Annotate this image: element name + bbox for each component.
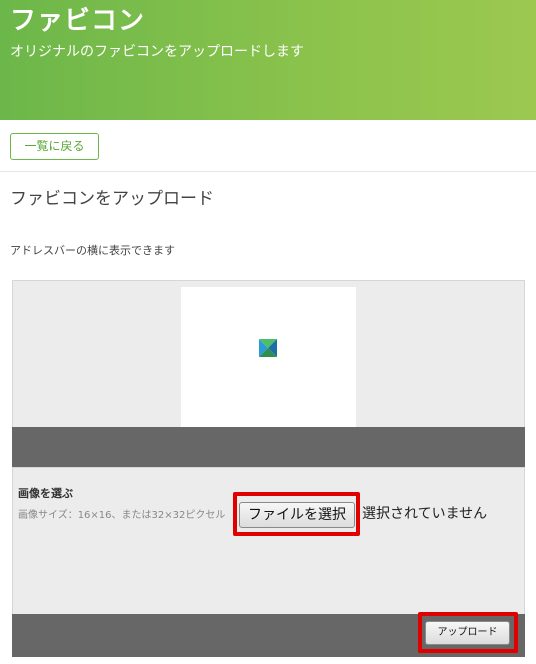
section-title: ファビコンをアップロード xyxy=(10,189,214,209)
favicon-logo-icon xyxy=(259,339,277,357)
preview-footer-bar xyxy=(12,427,525,467)
back-to-list-button[interactable]: 一覧に戻る xyxy=(10,133,99,160)
image-size-hint: 画像サイズ：16×16、または32×32ピクセル xyxy=(18,510,226,521)
file-status-text: 選択されていません xyxy=(362,506,488,522)
choose-image-label: 画像を選ぶ xyxy=(18,487,73,500)
page-subtitle: オリジナルのファビコンをアップロードします xyxy=(10,44,304,60)
page-header: ファビコン オリジナルのファビコンをアップロードします xyxy=(0,0,536,120)
choose-file-button[interactable]: ファイルを選択 xyxy=(239,502,355,528)
back-nav-bar: 一覧に戻る xyxy=(0,120,536,172)
upload-button[interactable]: アップロード xyxy=(425,621,510,645)
section-description: アドレスバーの横に表示できます xyxy=(10,244,175,257)
favicon-preview-panel xyxy=(12,280,525,467)
page-title: ファビコン xyxy=(10,6,146,36)
favicon-preview-box xyxy=(181,287,356,427)
